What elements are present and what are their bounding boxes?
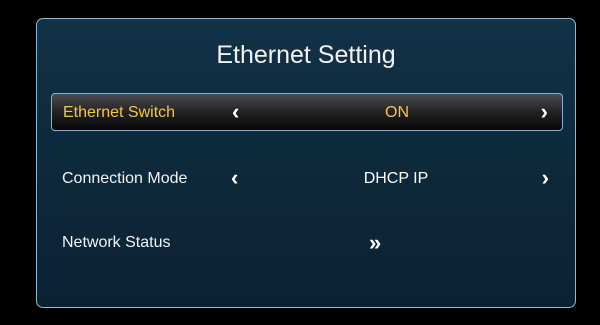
chevron-right-icon[interactable]: › bbox=[541, 94, 548, 130]
double-chevron-right-icon[interactable]: » bbox=[369, 224, 382, 262]
chevron-right-icon[interactable]: › bbox=[542, 160, 549, 196]
connection-mode-row[interactable]: Connection Mode ‹ DHCP IP › bbox=[51, 160, 563, 198]
ethernet-setting-dialog: Ethernet Setting Ethernet Switch ‹ ON › … bbox=[36, 18, 576, 308]
network-status-row[interactable]: Network Status » bbox=[51, 224, 563, 262]
network-status-label: Network Status bbox=[62, 234, 171, 251]
connection-mode-value: DHCP IP bbox=[363, 170, 429, 187]
chevron-left-icon[interactable]: ‹ bbox=[232, 94, 239, 130]
dialog-title: Ethernet Setting bbox=[216, 41, 396, 69]
chevron-left-icon[interactable]: ‹ bbox=[231, 160, 238, 196]
connection-mode-label: Connection Mode bbox=[62, 170, 188, 187]
ethernet-switch-row[interactable]: Ethernet Switch ‹ ON › bbox=[51, 93, 563, 131]
ethernet-switch-value: ON bbox=[385, 104, 409, 121]
ethernet-switch-label: Ethernet Switch bbox=[63, 104, 176, 121]
